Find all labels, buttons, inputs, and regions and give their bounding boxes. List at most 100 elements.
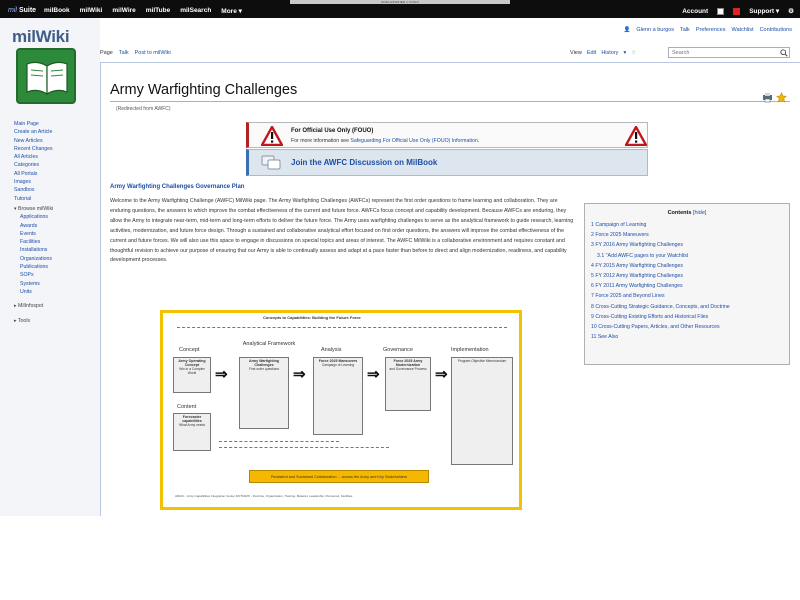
collaboration-banner: Persistent and Sustained Collaboration .… xyxy=(249,470,429,483)
sidebar-item-recent-changes[interactable]: Recent Changes xyxy=(14,145,100,153)
toc-item[interactable]: 3 FY 2016 Army Warfighting Challenges xyxy=(591,240,789,250)
toc-item[interactable]: 5 FY 2012 Army Warfighting Challenges xyxy=(591,271,789,281)
nav-miltube[interactable]: milTube xyxy=(146,7,170,15)
tab-post-to-milwiki[interactable]: Post to milWiki xyxy=(135,50,171,56)
sidebar-item-categories[interactable]: Categories xyxy=(14,161,100,169)
warning-icon xyxy=(261,126,283,146)
toc-item[interactable]: 9 Cross-Cutting Existing Efforts and His… xyxy=(591,312,789,322)
sidebar-section-browse[interactable]: ▾ Browse milWiki xyxy=(14,205,100,213)
sidebar-item-main-page[interactable]: Main Page xyxy=(14,120,100,128)
star-icon[interactable] xyxy=(776,92,787,103)
alert-icon[interactable] xyxy=(733,7,741,15)
toc-item[interactable]: 7 Force 2025 and Beyond Lines xyxy=(591,291,789,301)
table-of-contents: Contents [hide] 1 Campaign of Learning 2… xyxy=(584,203,790,365)
concept-box-title: Army Operating Concept xyxy=(178,359,206,367)
user-link[interactable]: Glenn a burgos xyxy=(636,27,674,33)
page-title: Army Warfighting Challenges xyxy=(110,82,298,98)
sidebar-item-events[interactable]: Events xyxy=(14,230,100,238)
notification-icon[interactable] xyxy=(717,7,725,15)
gear-icon[interactable]: ⚙ xyxy=(788,7,794,15)
contributions-link[interactable]: Contributions xyxy=(760,27,792,33)
sidebar-item-tutorial[interactable]: Tutorial xyxy=(14,195,100,203)
toc-item[interactable]: 11 See Also xyxy=(591,332,789,342)
toc-item[interactable]: 10 Cross-Cutting Papers, Articles, and O… xyxy=(591,322,789,332)
sidebar: Main Page Create an Article New Articles… xyxy=(14,120,100,325)
tab-edit[interactable]: Edit xyxy=(587,50,596,56)
milwiki-book-logo-icon[interactable] xyxy=(16,48,76,104)
toc-item[interactable]: 1 Campaign of Learning xyxy=(591,220,789,230)
printer-icon[interactable] xyxy=(762,92,773,103)
diagram-title: Concepts to Capabilities: Building the F… xyxy=(263,315,361,320)
nav-milsearch[interactable]: milSearch xyxy=(180,7,211,15)
sidebar-item-applications[interactable]: Applications xyxy=(14,213,100,221)
search-input[interactable] xyxy=(668,47,790,58)
sidebar-item-organizations[interactable]: Organizations xyxy=(14,255,100,263)
discussion-icon xyxy=(261,155,281,170)
sidebar-item-sandbox[interactable]: Sandbox xyxy=(14,186,100,194)
arrow-icon: ⇒ xyxy=(293,366,306,383)
sidebar-item-publications[interactable]: Publications xyxy=(14,263,100,271)
arrow-icon: ⇒ xyxy=(435,366,448,383)
toc-title: Contents xyxy=(667,210,692,216)
sidebar-item-all-portals[interactable]: All Portals xyxy=(14,170,100,178)
watchlist-link[interactable]: Watchlist xyxy=(731,27,753,33)
tab-more-dropdown[interactable]: ▾ xyxy=(623,50,626,56)
analysis-box-text: Campaign of Learning xyxy=(321,363,355,367)
tab-view[interactable]: View xyxy=(570,50,582,56)
tab-page[interactable]: Page xyxy=(100,50,113,56)
account-link[interactable]: Account xyxy=(682,8,708,15)
toc-item[interactable]: 8 Cross-Cutting Strategic Guidance, Conc… xyxy=(591,302,789,312)
concept-box: Army Operating Concept Win in a Complex … xyxy=(173,357,211,393)
diagram-col-analysis: Analysis xyxy=(321,347,342,353)
fouo-text-suffix: . xyxy=(477,138,480,144)
sidebar-item-create-article[interactable]: Create an Article xyxy=(14,128,100,136)
search-icon[interactable] xyxy=(780,49,788,57)
sidebar-item-systems[interactable]: Systems xyxy=(14,280,100,288)
toc-subitem[interactable]: 3.1 "Add AWFC pages to your Watchlist xyxy=(591,251,789,261)
watch-star-icon[interactable]: ☆ xyxy=(631,50,636,56)
sidebar-item-units[interactable]: Units xyxy=(14,288,100,296)
fouo-safeguarding-link[interactable]: Safeguarding For Official Use Only (FOUO… xyxy=(350,138,477,144)
sidebar-item-facilities[interactable]: Facilities xyxy=(14,238,100,246)
nav-milwiki[interactable]: milWiki xyxy=(80,7,103,15)
milsuite-logo[interactable]: mil Suite xyxy=(8,4,36,17)
diagram-dotted-line xyxy=(219,447,389,448)
join-discussion-link[interactable]: Join the AWFC Discussion on MilBook xyxy=(291,158,437,167)
sidebar-section-tools[interactable]: ▸ Tools xyxy=(14,317,100,325)
sidebar-item-awards[interactable]: Awards xyxy=(14,222,100,230)
nav-milwire[interactable]: milWire xyxy=(112,7,135,15)
preferences-link[interactable]: Preferences xyxy=(696,27,726,33)
diagram-col-concept: Concept xyxy=(179,347,200,353)
sidebar-item-all-articles[interactable]: All Articles xyxy=(14,153,100,161)
diagram-col-governance: Governance xyxy=(383,347,413,353)
title-indicators xyxy=(762,92,787,103)
toc-list: 1 Campaign of Learning 2 Force 2025 Mane… xyxy=(585,220,789,342)
toc-item[interactable]: 4 FY 2015 Army Warfighting Challenges xyxy=(591,261,789,271)
implementation-box: Program Objective Memorandum xyxy=(451,357,513,465)
framework-box-text: First order questions xyxy=(248,367,280,371)
nav-milbook[interactable]: milBook xyxy=(44,7,70,15)
concepts-to-capabilities-diagram: Concepts to Capabilities: Building the F… xyxy=(160,310,522,510)
milwiki-wordmark[interactable]: milWiki xyxy=(12,27,70,47)
governance-plan-link[interactable]: Army Warfighting Challenges Governance P… xyxy=(110,184,244,190)
fouo-text-prefix: For more information see xyxy=(291,138,351,144)
toc-item[interactable]: 6 FY 2011 Army Warfighting Challenges xyxy=(591,281,789,291)
sidebar-item-new-articles[interactable]: New Articles xyxy=(14,137,100,145)
nav-more[interactable]: More ▾ xyxy=(221,7,242,15)
sidebar-section-milinfospot[interactable]: ▸ MilInfospot xyxy=(14,302,100,310)
title-divider xyxy=(110,101,790,102)
sidebar-item-installations[interactable]: Installations xyxy=(14,246,100,254)
content-box-title: Forecaster capabilities xyxy=(182,415,202,423)
analysis-box: Force 2025 Maneuvers Campaign of Learnin… xyxy=(313,357,363,435)
sidebar-item-sops[interactable]: SOPs xyxy=(14,271,100,279)
sidebar-item-images[interactable]: Images xyxy=(14,178,100,186)
governance-box-text: and Governance Process xyxy=(389,367,427,371)
toc-item[interactable]: 2 Force 2025 Maneuvers xyxy=(591,230,789,240)
framework-box: Army Warfighting Challenges First order … xyxy=(239,357,289,429)
toc-hide-toggle[interactable]: [hide] xyxy=(693,210,706,216)
tab-talk[interactable]: Talk xyxy=(119,50,129,56)
milbook-discussion-banner[interactable]: Join the AWFC Discussion on MilBook xyxy=(246,149,648,176)
talk-link[interactable]: Talk xyxy=(680,27,690,33)
tab-history[interactable]: History xyxy=(601,50,618,56)
support-menu[interactable]: Support ▾ xyxy=(749,7,779,15)
